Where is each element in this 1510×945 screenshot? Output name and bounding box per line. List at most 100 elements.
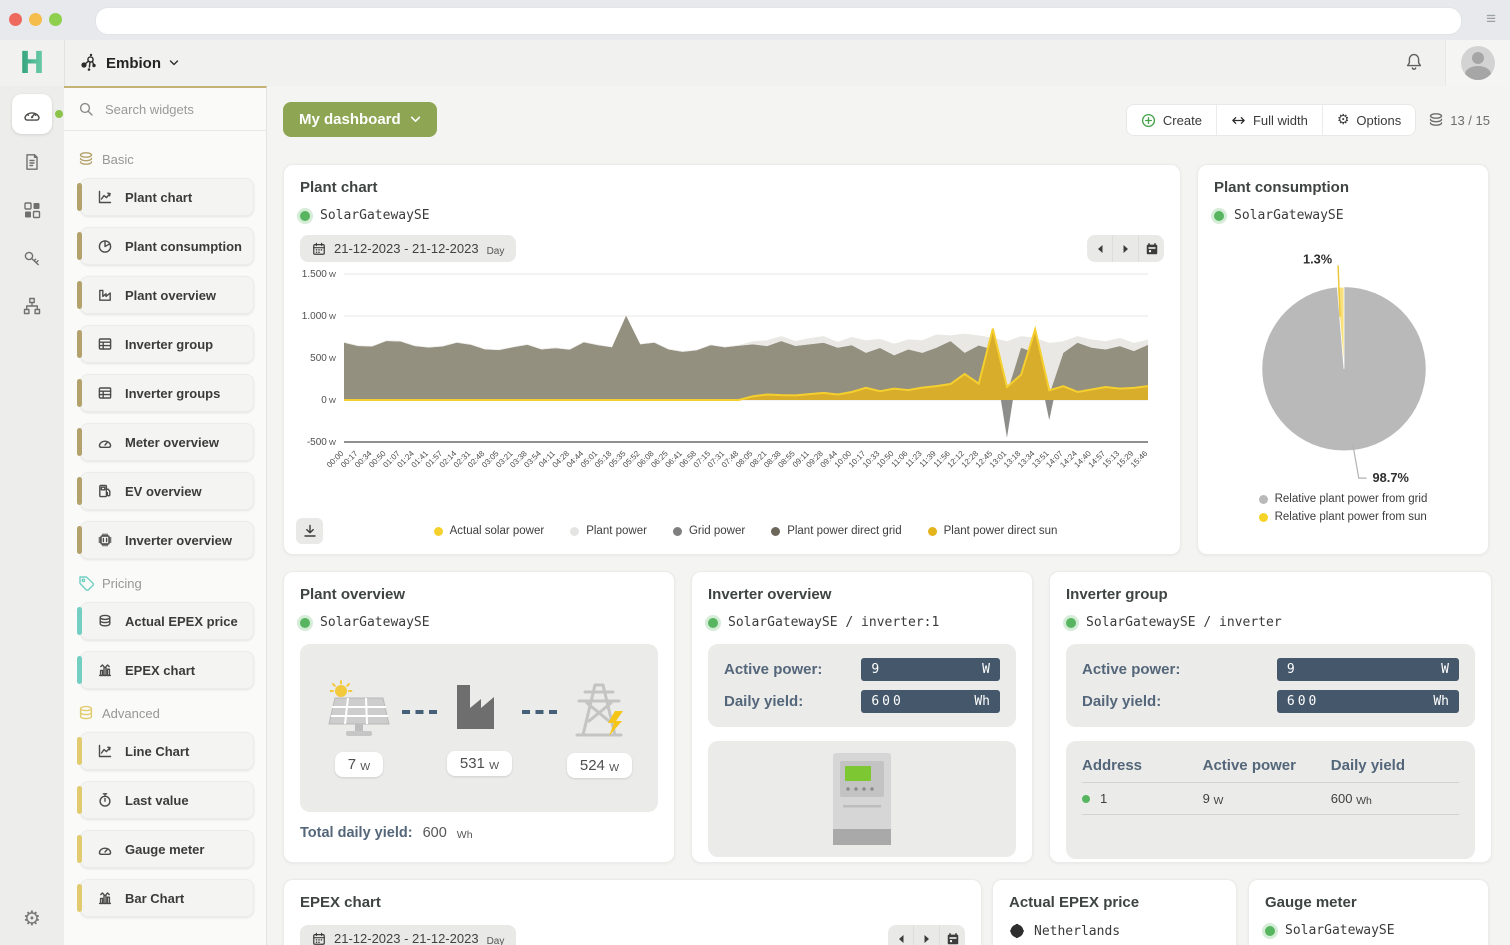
main-area: My dashboard Create Full width [267, 86, 1510, 945]
row-daily-yield-unit: Wh [1356, 795, 1372, 807]
full-width-button[interactable]: Full width [1217, 105, 1323, 135]
legend-item-relative-plant-power-from-grid[interactable]: Relative plant power from grid [1259, 493, 1428, 505]
widget-item-ev-overview[interactable]: EV overview [80, 472, 254, 510]
dashboard-canvas: Plant chart SolarGatewaySE 21-12-2023 - … [267, 148, 1510, 945]
create-label: Create [1163, 113, 1202, 128]
daily-yield-unit: Wh [974, 694, 990, 709]
legend-label: Grid power [689, 525, 745, 537]
widget-item-plant-chart[interactable]: Plant chart [80, 178, 254, 216]
molecule-icon [78, 53, 98, 73]
widget-item-plant-overview[interactable]: Plant overview [80, 276, 254, 314]
status-dot [1066, 618, 1076, 628]
svg-text:500 W: 500 W [310, 353, 337, 364]
widget-gauge-meter: Gauge meter SolarGatewaySE [1248, 879, 1489, 945]
item-accent-bar [77, 786, 82, 814]
h-logo-icon: H [17, 46, 47, 80]
widget-item-inverter-group[interactable]: Inverter group [80, 325, 254, 363]
inverter-device-panel [708, 741, 1016, 857]
total-daily-yield-value: 600 [423, 825, 447, 841]
sitemap-icon [22, 296, 42, 316]
window-minimize-button[interactable] [29, 13, 42, 26]
app-logo[interactable]: H [0, 40, 65, 86]
url-bar[interactable] [95, 7, 1462, 35]
widget-title: Plant overview [300, 586, 658, 603]
total-daily-yield-unit: Wh [457, 829, 473, 841]
item-accent-bar [77, 232, 82, 260]
toolbar-button-group: Create Full width ⚙ Options [1126, 104, 1416, 136]
legend-item-plant-power[interactable]: Plant power [570, 525, 647, 537]
bar-chart-icon [97, 890, 113, 906]
legend-item-actual-solar-power[interactable]: Actual solar power [434, 525, 545, 537]
widget-item-meter-overview[interactable]: Meter overview [80, 423, 254, 461]
widget-title: Inverter overview [708, 586, 1016, 603]
widget-item-label: Gauge meter [125, 842, 204, 857]
browser-menu-icon[interactable]: ≡ [1486, 9, 1496, 29]
widget-plant-consumption: Plant consumption SolarGatewaySE 1.3%98.… [1197, 164, 1489, 555]
widget-item-label: Line Chart [125, 744, 189, 759]
granularity-label: Day [487, 246, 505, 257]
window-maximize-button[interactable] [49, 13, 62, 26]
solar-power-value: 7 [348, 756, 356, 773]
window-close-button[interactable] [9, 13, 22, 26]
widgets-grid-icon [22, 200, 42, 220]
org-switcher[interactable]: Embion [78, 40, 179, 86]
options-button[interactable]: ⚙ Options [1323, 105, 1415, 135]
gauge-icon [97, 841, 113, 857]
jump-to-date-button[interactable] [940, 925, 965, 945]
widget-item-plant-consumption[interactable]: Plant consumption [80, 227, 254, 265]
create-button[interactable]: Create [1127, 105, 1217, 135]
widget-item-gauge-meter[interactable]: Gauge meter [80, 830, 254, 868]
table-row[interactable]: 1 9 W 600 Wh [1082, 783, 1459, 815]
prev-period-button[interactable] [888, 925, 914, 945]
next-period-button[interactable] [914, 925, 940, 945]
nav-settings[interactable]: ⚙ [0, 906, 64, 931]
legend-item-plant-power-direct-sun[interactable]: Plant power direct sun [928, 525, 1058, 537]
calendar-day-icon [1145, 242, 1159, 256]
pie-chart-icon [97, 238, 113, 254]
notifications-button[interactable] [1404, 52, 1424, 77]
widget-item-inverter-overview[interactable]: Inverter overview [80, 521, 254, 559]
widget-item-label: Inverter group [125, 337, 213, 352]
item-accent-bar [77, 477, 82, 505]
search-input[interactable] [103, 101, 247, 118]
nav-dashboards[interactable] [12, 94, 52, 134]
legend-item-plant-power-direct-grid[interactable]: Plant power direct grid [771, 525, 901, 537]
date-range-chip[interactable]: 21-12-2023 - 21-12-2023 Day [300, 235, 516, 262]
address-value: 1 [1100, 791, 1107, 806]
nav-access-keys[interactable] [12, 238, 52, 278]
nav-widgets[interactable] [12, 190, 52, 230]
item-accent-bar [77, 835, 82, 863]
widget-item-line-chart[interactable]: Line Chart [80, 732, 254, 770]
date-range-chip[interactable]: 21-12-2023 - 21-12-2023 Day [300, 925, 516, 945]
jump-to-date-button[interactable] [1139, 235, 1164, 262]
flow-dash-line [522, 710, 557, 714]
bar-chart-icon [97, 662, 113, 678]
widget-epex-chart: EPEX chart 21-12-2023 - 21-12-2023 Day [283, 879, 982, 945]
widget-item-bar-chart[interactable]: Bar Chart [80, 879, 254, 917]
user-menu[interactable] [1445, 40, 1510, 86]
legend-label: Plant power [586, 525, 647, 537]
arrows-horizontal-icon [1231, 113, 1246, 128]
widget-item-inverter-groups[interactable]: Inverter groups [80, 374, 254, 412]
active-indicator-dot [55, 110, 63, 118]
item-accent-bar [77, 656, 82, 684]
nav-hierarchy[interactable] [12, 286, 52, 326]
legend-item-relative-plant-power-from-sun[interactable]: Relative plant power from sun [1259, 511, 1428, 523]
granularity-label: Day [487, 936, 505, 945]
next-period-button[interactable] [1113, 235, 1139, 262]
widget-actual-epex-price: Actual EPEX price Netherlands [992, 879, 1237, 945]
nav-invoices[interactable] [12, 142, 52, 182]
status-dot [1265, 926, 1275, 936]
widget-item-actual-epex-price[interactable]: Actual EPEX price [80, 602, 254, 640]
grid-power-chip: 524 W [567, 753, 632, 778]
widget-item-last-value[interactable]: Last value [80, 781, 254, 819]
widget-item-epex-chart[interactable]: EPEX chart [80, 651, 254, 689]
legend-item-grid-power[interactable]: Grid power [673, 525, 745, 537]
widget-search[interactable] [64, 88, 266, 131]
prev-period-button[interactable] [1087, 235, 1113, 262]
inverter-stats-panel: Active power: 9 W Daily yield: 600 Wh [708, 644, 1016, 727]
dashboard-selector-button[interactable]: My dashboard [283, 102, 437, 137]
plant-power-chip: 531 W [447, 751, 512, 776]
svg-text:-500 W: -500 W [307, 437, 337, 448]
download-button[interactable] [296, 518, 323, 544]
